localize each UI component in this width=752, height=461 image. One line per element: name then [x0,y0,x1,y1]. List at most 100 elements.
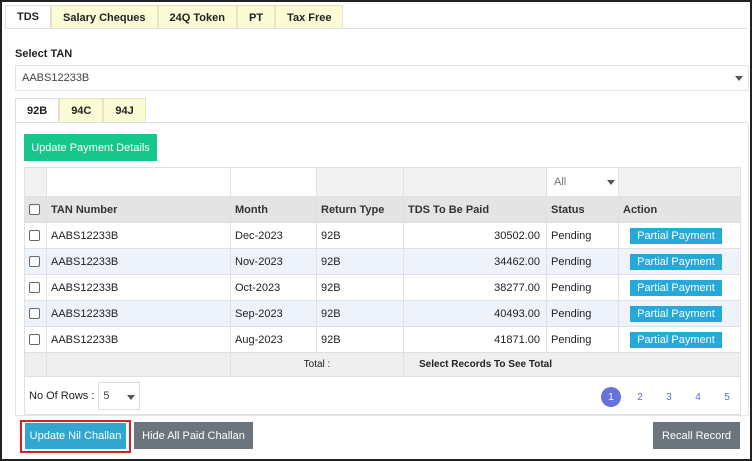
total-cell [24,352,47,377]
tab-92b[interactable]: 92B [15,98,60,123]
table-row: AABS12233B Nov-2023 92B 34462.00 Pending… [24,248,741,275]
amount-cell: 41871.00 [403,326,547,353]
partial-payment-button[interactable]: Partial Payment [630,253,722,270]
partial-payment-button[interactable]: Partial Payment [630,305,722,322]
filter-cell [316,167,404,197]
total-row: Total : Select Records To See Total [24,352,741,377]
return-type-cell: 92B [316,326,404,353]
filter-cell [403,167,547,197]
select-tan-label: Select TAN [15,48,73,60]
tan-cell: AABS12233B [46,222,231,249]
table-row: AABS12233B Aug-2023 92B 41871.00 Pending… [24,326,741,353]
row-checkbox[interactable] [29,308,40,320]
tab-24q-token[interactable]: 24Q Token [157,5,237,29]
total-cell [46,352,231,377]
tab-94j[interactable]: 94J [103,98,146,123]
return-type-cell: 92B [316,274,404,301]
action-cell: Partial Payment [618,248,741,275]
update-nil-challan-button[interactable]: Update Nil Challan [25,423,126,449]
table-row: AABS12233B Sep-2023 92B 40493.00 Pending… [24,300,741,327]
return-type-cell: 92B [316,248,404,275]
action-cell: Partial Payment [618,222,741,249]
month-filter[interactable] [230,167,317,197]
tan-cell: AABS12233B [46,274,231,301]
recall-record-button[interactable]: Recall Record [653,422,740,449]
tan-select-value: AABS12233B [22,72,90,84]
row-checkbox[interactable] [29,230,40,242]
partial-payment-button[interactable]: Partial Payment [630,331,722,348]
status-cell: Pending [546,274,619,301]
month-cell: Dec-2023 [230,222,317,249]
row-select-cell [24,326,47,353]
partial-payment-button[interactable]: Partial Payment [630,279,722,296]
tab-pt[interactable]: PT [236,5,276,29]
action-cell: Partial Payment [618,326,741,353]
header-status[interactable]: Status [546,196,619,223]
row-select-cell [24,222,47,249]
amount-cell: 38277.00 [403,274,547,301]
chevron-down-icon [607,180,615,185]
pagination: 1 2 3 4 5 [601,387,746,407]
chevron-down-icon [735,76,743,81]
total-hint: Select Records To See Total [403,352,741,377]
rows-per-page-select[interactable]: 5 [98,382,141,410]
row-checkbox[interactable] [29,282,40,294]
page-1[interactable]: 1 [601,387,621,407]
tan-cell: AABS12233B [46,300,231,327]
chevron-down-icon [127,395,136,400]
page-4[interactable]: 4 [688,387,708,407]
row-select-cell [24,248,47,275]
tab-94c[interactable]: 94C [59,98,104,123]
rows-per-page-label: No Of Rows : [29,390,95,402]
partial-payment-button[interactable]: Partial Payment [630,227,722,244]
status-filter-cell: All [546,167,619,197]
page-5[interactable]: 5 [717,387,737,407]
filter-cell [618,167,741,197]
table-row: AABS12233B Dec-2023 92B 30502.00 Pending… [24,222,741,249]
status-cell: Pending [546,300,619,327]
hide-all-paid-challan-button[interactable]: Hide All Paid Challan [134,422,253,449]
tan-cell: AABS12233B [46,326,231,353]
return-type-cell: 92B [316,300,404,327]
header-action: Action [618,196,741,223]
action-cell: Partial Payment [618,274,741,301]
page-3[interactable]: 3 [659,387,679,407]
app-frame: TDS Salary Cheques 24Q Token PT Tax Free… [0,0,752,461]
filter-cell [24,167,47,197]
tab-salary-cheques[interactable]: Salary Cheques [51,5,158,29]
row-select-cell [24,300,47,327]
month-cell: Oct-2023 [230,274,317,301]
row-select-cell [24,274,47,301]
challan-table: All TAN Number Month Return Type TDS To … [24,167,741,415]
action-cell: Partial Payment [618,300,741,327]
amount-cell: 40493.00 [403,300,547,327]
rows-per-page-value: 5 [103,390,110,402]
select-all-checkbox[interactable] [29,204,40,216]
tan-filter[interactable] [46,167,231,197]
section-tabs: 92B 94C 94J [15,98,146,123]
update-payment-details-button[interactable]: Update Payment Details [24,134,157,161]
row-checkbox[interactable] [29,256,40,268]
filter-row: All [24,167,741,197]
page-2[interactable]: 2 [630,387,650,407]
header-month[interactable]: Month [230,196,317,223]
header-tds-to-be-paid[interactable]: TDS To Be Paid [403,196,547,223]
month-cell: Aug-2023 [230,326,317,353]
row-checkbox[interactable] [29,334,40,346]
month-cell: Nov-2023 [230,248,317,275]
total-label: Total : [230,352,404,377]
tab-tax-free[interactable]: Tax Free [275,5,344,29]
table-header: TAN Number Month Return Type TDS To Be P… [24,196,741,223]
status-filter[interactable]: All [551,169,618,195]
header-return-type[interactable]: Return Type [316,196,404,223]
tab-divider [5,28,747,29]
tan-cell: AABS12233B [46,248,231,275]
table-row: AABS12233B Oct-2023 92B 38277.00 Pending… [24,274,741,301]
amount-cell: 34462.00 [403,248,547,275]
amount-cell: 30502.00 [403,222,547,249]
tan-select[interactable]: AABS12233B [15,65,749,91]
header-tan-number[interactable]: TAN Number [46,196,231,223]
select-all-cell [24,196,47,223]
tab-tds[interactable]: TDS [5,5,51,29]
top-tabs: TDS Salary Cheques 24Q Token PT Tax Free [5,5,344,29]
